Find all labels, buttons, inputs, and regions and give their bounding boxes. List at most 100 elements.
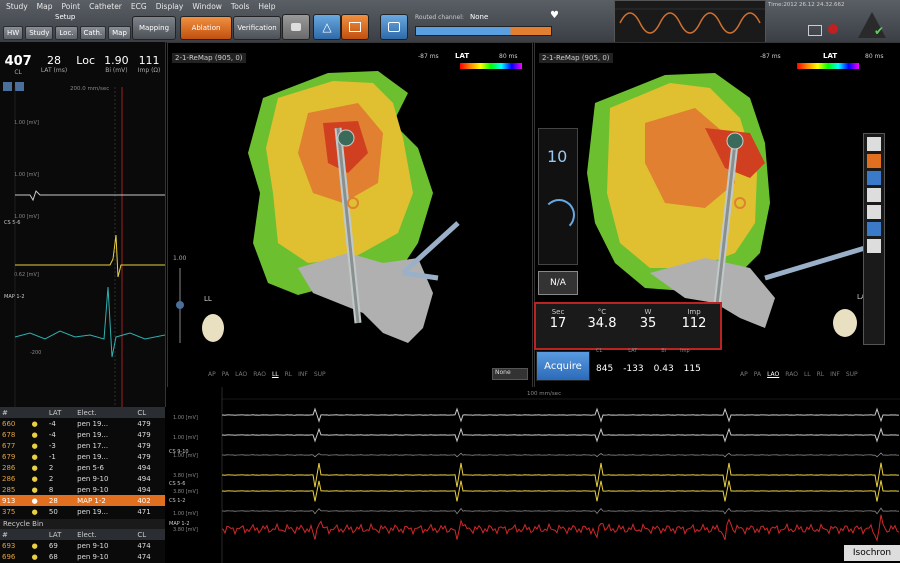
- orient-rl[interactable]: RL: [285, 371, 293, 378]
- column-header[interactable]: #: [0, 529, 30, 540]
- stats-labels: CL LAT Bi Imp: [596, 348, 716, 354]
- table-row[interactable]: 679 ● -1 pen 19... 479: [0, 451, 165, 462]
- column-header[interactable]: #: [0, 407, 30, 418]
- menu-point[interactable]: Point: [61, 2, 80, 11]
- table-row[interactable]: 678 ● -4 pen 19... 479: [0, 429, 165, 440]
- map-icon[interactable]: [380, 14, 408, 40]
- record-icon[interactable]: [282, 14, 310, 40]
- tool-button[interactable]: [867, 171, 881, 185]
- table-row[interactable]: 913 ● 28 MAP 1-2 402: [0, 495, 165, 506]
- tab-loc[interactable]: Loc.: [55, 26, 78, 40]
- orient-ll[interactable]: LL: [804, 371, 811, 378]
- column-header[interactable]: Elect.: [75, 529, 136, 540]
- table-cell: MAP 1-2: [75, 495, 136, 506]
- monitor-icon[interactable]: [808, 25, 822, 36]
- orient-rao[interactable]: RAO: [785, 371, 798, 378]
- setup-tabs: HW Study Loc. Cath. Map: [3, 26, 131, 40]
- orient-ll[interactable]: LL: [272, 371, 279, 378]
- menu-display[interactable]: Display: [156, 2, 184, 11]
- cardiac-map-left[interactable]: [168, 43, 532, 388]
- acquire-button[interactable]: Acquire: [536, 351, 590, 381]
- tab-cath[interactable]: Cath.: [79, 26, 107, 40]
- orient-ap[interactable]: AP: [740, 371, 748, 378]
- column-header[interactable]: CL: [135, 407, 165, 418]
- metric-imp: 111 Imp (Ω): [138, 54, 161, 78]
- tool-button[interactable]: [867, 205, 881, 219]
- tool-button[interactable]: [867, 137, 881, 151]
- menu-help[interactable]: Help: [258, 2, 275, 11]
- table-row[interactable]: 693 ● 69 pen 9-10 474: [0, 540, 165, 551]
- isochronal-tab[interactable]: Isochron: [844, 545, 900, 561]
- menu-tools[interactable]: Tools: [231, 2, 249, 11]
- table-row[interactable]: 285 ● 8 pen 9-10 494: [0, 484, 165, 495]
- abl-temp: °C 34.8: [582, 308, 622, 331]
- verification-button[interactable]: Verification: [233, 16, 281, 40]
- abl-value: 17: [549, 316, 567, 331]
- alert-icon[interactable]: [828, 24, 838, 34]
- column-header[interactable]: Elect.: [75, 407, 136, 418]
- tool-button[interactable]: [867, 239, 881, 253]
- table-cell: 2: [48, 463, 54, 472]
- table-row[interactable]: 677 ● -3 pen 17... 479: [0, 440, 165, 451]
- orient-rl[interactable]: RL: [817, 371, 825, 378]
- table-cell: 660: [2, 419, 16, 428]
- tab-map[interactable]: Map: [108, 26, 131, 40]
- tool-strip: [863, 133, 885, 345]
- power-value: 10: [547, 147, 568, 166]
- menu-catheter[interactable]: Catheter: [89, 2, 122, 11]
- table-cell: -1: [48, 452, 56, 461]
- table-row[interactable]: 286 ● 2 pen 5-6 494: [0, 462, 165, 473]
- table-row[interactable]: 286 ● 2 pen 9-10 494: [0, 473, 165, 484]
- table-row[interactable]: 696 ● 68 pen 9-10 474: [0, 551, 165, 562]
- metric-bi: 1.90 Bi (mV): [104, 54, 129, 78]
- view-dropdown[interactable]: None: [492, 368, 528, 380]
- menu-study[interactable]: Study: [6, 2, 28, 11]
- ablation-button[interactable]: Ablation: [180, 16, 232, 40]
- na-button[interactable]: N/A: [538, 271, 578, 295]
- menu-window[interactable]: Window: [192, 2, 222, 11]
- camera-icon[interactable]: [341, 14, 369, 40]
- tab-study[interactable]: Study: [25, 26, 54, 40]
- ecg-panel: 100 mm/sec 1.00 [mV] 1.00 [mV] 1.00 [mV]…: [167, 387, 900, 563]
- orient-lao[interactable]: LAO: [235, 371, 247, 378]
- menu-ecg[interactable]: ECG: [131, 2, 147, 11]
- channel-selector[interactable]: [415, 26, 552, 36]
- table-row[interactable]: 375 ● 50 pen 19... 471: [0, 506, 165, 517]
- column-header[interactable]: LAT: [46, 407, 76, 418]
- heart-icon: ♥: [550, 10, 559, 21]
- orient-pa[interactable]: PA: [222, 371, 229, 378]
- tool-button[interactable]: [867, 188, 881, 202]
- bell-icon[interactable]: △: [313, 14, 341, 40]
- abl-value: 34.8: [587, 316, 617, 331]
- table-cell: 471: [137, 507, 151, 516]
- tab-hw[interactable]: HW: [3, 26, 24, 40]
- table-cell: pen 17...: [77, 441, 109, 450]
- check-icon[interactable]: ✔: [874, 24, 884, 38]
- map-view-left[interactable]: 2-1-ReMap (905, 0) -87 ms LAT 80 ms 1.00…: [167, 42, 533, 389]
- scale-top-label: 1.00: [173, 255, 187, 262]
- table-cell: -4: [48, 419, 56, 428]
- orient-sup[interactable]: SUP: [314, 371, 326, 378]
- orient-lao[interactable]: LAO: [767, 371, 779, 378]
- column-header[interactable]: CL: [135, 529, 165, 540]
- table-cell: pen 5-6: [77, 463, 104, 472]
- orient-rao[interactable]: RAO: [253, 371, 266, 378]
- table-header: # LAT Elect. CL: [0, 529, 165, 540]
- tool-button[interactable]: [867, 154, 881, 168]
- orient-inf[interactable]: INF: [830, 371, 840, 378]
- orient-inf[interactable]: INF: [298, 371, 308, 378]
- orient-sup[interactable]: SUP: [846, 371, 858, 378]
- point-dot-icon: ●: [31, 463, 38, 472]
- abl-sec: Sec 17: [538, 308, 578, 331]
- orient-ap[interactable]: AP: [208, 371, 216, 378]
- left-ecg-traces: [14, 87, 165, 407]
- menu-bar: Study Map Point Catheter ECG Display Win…: [6, 2, 276, 11]
- mapping-button[interactable]: Mapping: [132, 16, 176, 40]
- table-row[interactable]: 660 ● -4 pen 19... 479: [0, 418, 165, 429]
- menu-map[interactable]: Map: [37, 2, 53, 11]
- orient-pa[interactable]: PA: [754, 371, 761, 378]
- stat-value: -133: [623, 364, 644, 374]
- tool-button[interactable]: [867, 222, 881, 236]
- column-header[interactable]: LAT: [46, 529, 76, 540]
- top-toolbar: Study Map Point Catheter ECG Display Win…: [0, 0, 900, 46]
